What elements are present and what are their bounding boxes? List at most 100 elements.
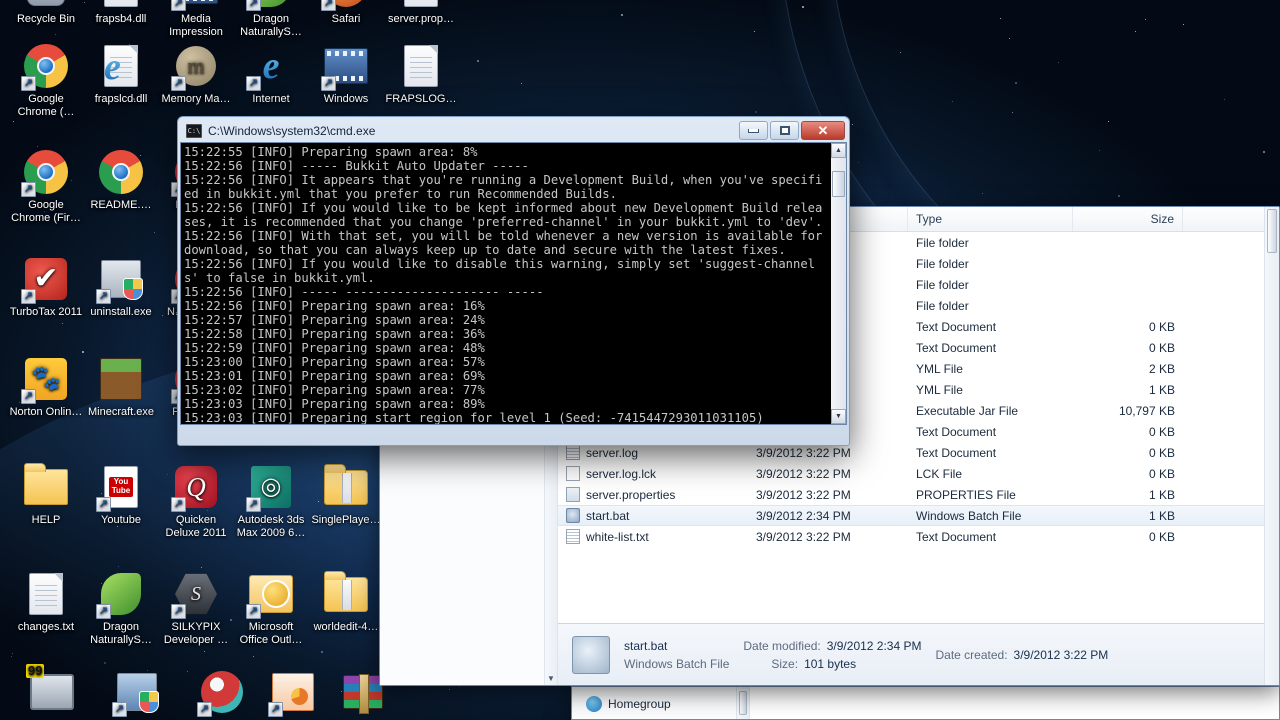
scroll-down-arrow-icon[interactable]: ▼: [545, 674, 557, 683]
maximize-icon: [779, 126, 790, 135]
star-dot: [476, 60, 479, 63]
star-dot: [104, 662, 107, 665]
scrollbar-thumb[interactable]: [832, 171, 845, 197]
desktop-icon-internet-explorer-icon[interactable]: e Internet: [233, 42, 309, 106]
details-date-modified-label: Date modified:: [743, 638, 821, 653]
cmd-window[interactable]: C:\ C:\Windows\system32\cmd.exe ✕ 15:22:…: [177, 116, 850, 446]
desktop-icon-recycle-help-icon[interactable]: [99, 668, 175, 719]
shortcut-overlay-icon: [96, 604, 111, 619]
desktop-icon-label: Internet: [252, 93, 290, 105]
scroll-down-arrow-icon[interactable]: ▼: [831, 409, 846, 424]
file-type-cell: PROPERTIES File: [916, 487, 1016, 502]
text-file-icon: [566, 445, 580, 460]
desktop-icon-label: Memory Ma…: [161, 93, 231, 105]
dll-file-icon: e: [97, 42, 145, 90]
desktop-icon-powerpoint-icon[interactable]: [255, 668, 331, 719]
desktop-icon-recycle-bin-icon[interactable]: Recycle Bin: [8, 0, 84, 26]
cmd-console-area[interactable]: 15:22:55 [INFO] Preparing spawn area: 8%…: [180, 142, 847, 425]
desktop-icon-safari-icon[interactable]: Safari: [308, 0, 384, 26]
desktop-icon-changes-txt-icon[interactable]: changes.txt: [8, 570, 84, 634]
file-name-cell[interactable]: white-list.txt: [558, 529, 748, 544]
desktop-icon-label: worldedit-4…: [313, 621, 379, 633]
file-name-cell[interactable]: server.properties: [558, 487, 748, 502]
scrollbar-thumb[interactable]: [1267, 209, 1277, 253]
desktop-icon-google-chrome-icon[interactable]: Google Chrome (…: [8, 42, 84, 119]
desktop-icon-dragon-naturally-icon[interactable]: Dragon NaturallyS…: [83, 570, 159, 647]
desktop-icon-server-properties-icon[interactable]: server.prop…: [383, 0, 459, 26]
desktop-icon-singleplayer-zip-icon[interactable]: SinglePlaye…: [308, 463, 384, 527]
explorer-background-nav-scrollbar[interactable]: [736, 687, 749, 719]
desktop-icon-help-folder-icon[interactable]: HELP: [8, 463, 84, 527]
file-name-cell[interactable]: start.bat: [558, 508, 748, 523]
details-size-row: Size: 101 bytes: [743, 657, 921, 671]
shortcut-overlay-icon: [96, 289, 111, 304]
desktop-icon-media-impression-icon[interactable]: Media Impression: [158, 0, 234, 39]
cmd-scrollbar[interactable]: ▲ ▼: [830, 143, 846, 424]
shortcut-overlay-icon: [21, 76, 36, 91]
desktop-icon-norton-online-icon[interactable]: 🐾 Norton Onlin…: [8, 355, 84, 419]
file-name-cell[interactable]: server.log: [558, 445, 748, 460]
column-header-size[interactable]: Size: [1073, 207, 1183, 231]
desktop-screen: Recycle Bin frapsb4.dll Media Impression Dr…: [0, 0, 1280, 720]
explorer-background-nav-pane: Homegroup: [572, 687, 750, 719]
sidebar-item-homegroup-background[interactable]: Homegroup: [572, 693, 749, 714]
google-chrome-firefox-icon: [21, 148, 70, 197]
desktop-icon-uninstall-exe-icon[interactable]: uninstall.exe: [83, 255, 159, 319]
file-list-scrollbar[interactable]: [1264, 207, 1279, 685]
scrollbar-thumb[interactable]: [739, 691, 747, 715]
batch-file-icon: [566, 508, 580, 523]
explorer-background-file-pane: [750, 687, 1279, 719]
desktop-icon-microsoft-outlook-icon[interactable]: Microsoft Office Outl…: [233, 570, 309, 647]
desktop-icon-google-chrome-firefox-icon[interactable]: Google Chrome (Fir…: [8, 148, 84, 225]
desktop-icon-memory-manager-icon[interactable]: m Memory Ma…: [158, 42, 234, 106]
details-pane: start.bat Windows Batch File Date modifi…: [558, 623, 1264, 685]
norton-online-icon: 🐾: [21, 355, 70, 404]
desktop-icon-windows-media-icon[interactable]: Windows: [308, 42, 384, 106]
desktop-icon-dll-file-icon[interactable]: e frapslcd.dll: [83, 42, 159, 106]
desktop-icon-label: Quicken Deluxe 2011: [165, 514, 227, 539]
desktop-icon-label: Google Chrome (Fir…: [11, 199, 81, 224]
desktop-icon-youtube-shortcut-icon[interactable]: YouTube Youtube: [83, 463, 159, 527]
minimize-button[interactable]: [739, 121, 768, 140]
desktop-icon-opera-browser-icon[interactable]: [184, 668, 260, 719]
desktop-icon-dragon-naturally-icon[interactable]: Dragon NaturallyS…: [233, 0, 309, 39]
file-type-cell: YML File: [916, 382, 963, 397]
internet-explorer-icon: e: [246, 42, 295, 91]
explorer-background-body: Homegroup: [572, 687, 1279, 719]
file-name-label: server.log.lck: [586, 466, 657, 481]
desktop-icon-dll-file-icon[interactable]: frapsb4.dll: [83, 0, 159, 26]
shortcut-overlay-icon: [21, 389, 36, 404]
scroll-up-arrow-icon[interactable]: ▲: [831, 143, 846, 158]
uninstall-exe-icon: [96, 255, 145, 304]
desktop-icon-monitor-security-icon[interactable]: 99: [14, 664, 90, 719]
table-row[interactable]: server.properties 3/9/2012 3:22 PM PROPERT…: [558, 484, 1264, 505]
table-row[interactable]: start.bat 3/9/2012 2:34 PM Windows Batch F…: [558, 505, 1264, 526]
details-size-value: 101 bytes: [804, 656, 857, 671]
desktop-icon-worldedit-zip-icon[interactable]: worldedit-4…: [308, 570, 384, 634]
cmd-title-bar[interactable]: C:\ C:\Windows\system32\cmd.exe ✕: [180, 119, 847, 142]
column-header-type[interactable]: Type: [908, 207, 1073, 231]
file-name-cell[interactable]: server.log.lck: [558, 466, 748, 481]
shortcut-overlay-icon: [246, 604, 261, 619]
close-button[interactable]: ✕: [801, 121, 845, 140]
desktop-icon-frapslog-text-icon[interactable]: FRAPSLOG…: [383, 42, 459, 106]
file-type-cell: Text Document: [916, 340, 997, 355]
shortcut-overlay-icon: [21, 289, 36, 304]
desktop-icon-autodesk-3ds-max-icon[interactable]: ◎Autodesk 3ds Max 2009 6…: [233, 463, 309, 540]
google-chrome-icon: [21, 42, 70, 91]
desktop-icon-minecraft-exe-icon[interactable]: Minecraft.exe: [83, 355, 159, 419]
dll-file-icon: [97, 0, 145, 10]
file-size-cell: 1 KB: [1148, 487, 1175, 502]
desktop-icon-turbotax-2011-icon[interactable]: TurboTax 2011: [8, 255, 84, 319]
details-file-identity: start.bat Windows Batch File: [624, 639, 729, 671]
table-row[interactable]: server.log.lck 3/9/2012 3:22 PM LCK File 0 …: [558, 463, 1264, 484]
desktop-icon-quicken-deluxe-icon[interactable]: QQuicken Deluxe 2011: [158, 463, 234, 540]
desktop-icon-silkypix-developer-icon[interactable]: SSILKYPIX Developer …: [158, 570, 234, 647]
microsoft-outlook-icon: [246, 570, 295, 619]
windows-media-icon: [321, 42, 370, 91]
explorer-window-background[interactable]: Homegroup: [571, 686, 1280, 720]
maximize-button[interactable]: [770, 121, 799, 140]
table-row[interactable]: white-list.txt 3/9/2012 3:22 PM Text Docum…: [558, 526, 1264, 547]
desktop-icon-readme-icon[interactable]: README.…: [83, 148, 159, 212]
desktop-icon-label: Media Impression: [169, 13, 223, 38]
